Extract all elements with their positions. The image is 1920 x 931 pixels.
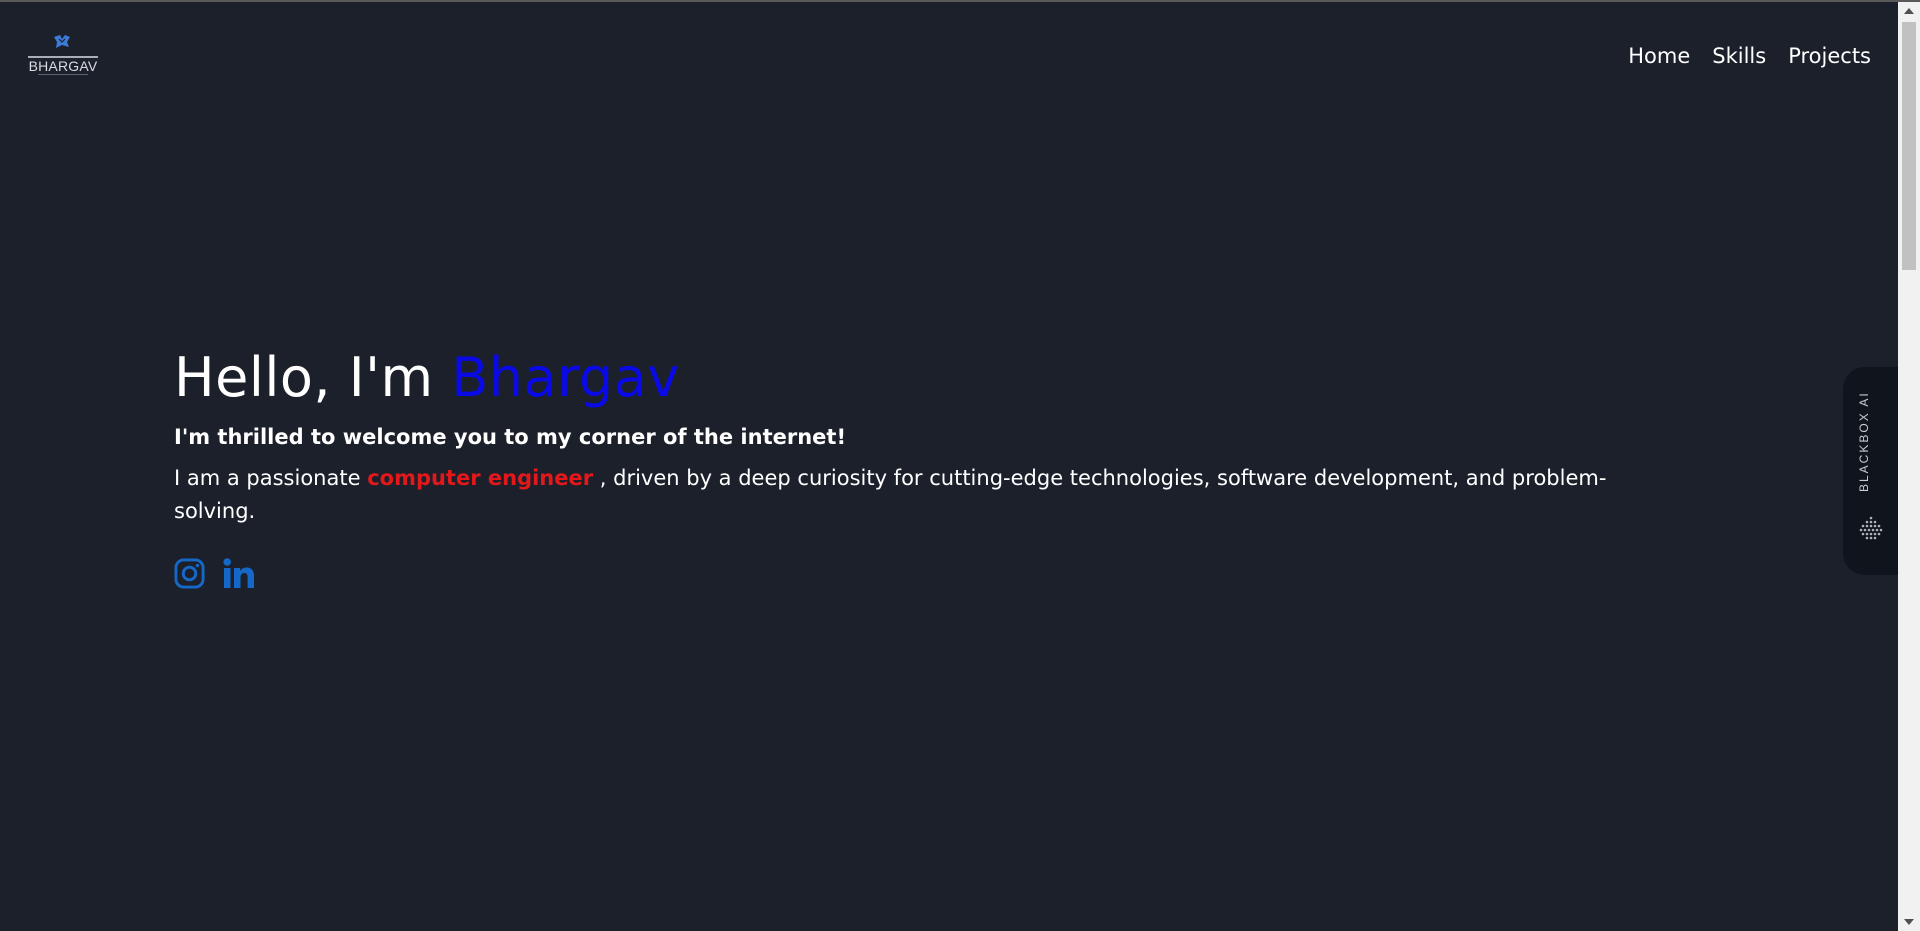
hero-section: Hello, I'm Bhargav I'm thrilled to welco… (174, 342, 1674, 593)
logo-underline (38, 74, 88, 75)
vertical-scrollbar[interactable] (1898, 2, 1920, 931)
page: BHARGAV Home Skills Projects Hello, I'm … (0, 2, 1899, 931)
hero-heading: Hello, I'm Bhargav (174, 342, 1674, 414)
desc-highlight: computer engineer (367, 466, 594, 490)
hero-greeting: Hello, I'm (174, 346, 452, 409)
instagram-link[interactable] (174, 558, 205, 593)
blackbox-dots-icon (1859, 516, 1883, 540)
instagram-icon (174, 558, 205, 589)
hero-name: Bhargav (451, 346, 680, 409)
hero-welcome: I'm thrilled to welcome you to my corner… (174, 425, 847, 449)
social-links (174, 558, 1674, 593)
nav-home-link[interactable]: Home (1628, 40, 1690, 72)
linkedin-link[interactable] (223, 558, 255, 593)
nav-projects-link[interactable]: Projects (1788, 40, 1871, 72)
logo-mark-icon (54, 35, 70, 48)
main-nav: Home Skills Projects (1628, 40, 1871, 72)
hero-description: I am a passionate computer engineer , dr… (174, 462, 1674, 528)
nav-skills-link[interactable]: Skills (1712, 40, 1766, 72)
scrollbar-thumb[interactable] (1902, 22, 1916, 270)
site-logo[interactable]: BHARGAV (28, 32, 98, 78)
scroll-down-arrow-icon[interactable] (1898, 913, 1920, 931)
blackbox-ai-label: BLACKBOX AI (1857, 391, 1871, 493)
linkedin-icon (223, 558, 254, 588)
blackbox-ai-tab[interactable]: BLACKBOX AI (1843, 367, 1899, 575)
scroll-up-arrow-icon[interactable] (1898, 2, 1920, 20)
desc-before: I am a passionate (174, 466, 368, 490)
logo-text: BHARGAV (28, 58, 98, 74)
